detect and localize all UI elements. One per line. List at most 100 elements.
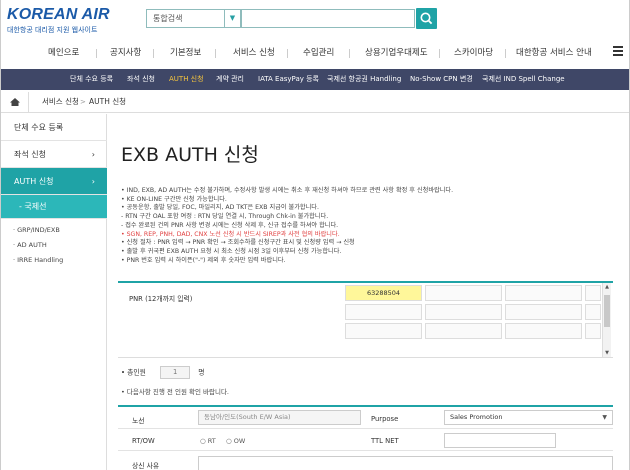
radio-ow[interactable]: ○ OW <box>226 437 245 445</box>
subnav-item[interactable]: 단체 수요 등록 <box>70 69 113 90</box>
reason-field[interactable] <box>198 456 613 470</box>
search-input[interactable] <box>241 9 415 28</box>
chevron-right-icon: › <box>91 150 95 159</box>
notice-line: • SGN, REP, PNH, DAD, CNX 노선 신청 시 반드시 SI… <box>121 230 340 238</box>
radio-rt[interactable]: ○ RT <box>200 437 216 445</box>
brand-name: KOREAN AIR <box>7 6 110 23</box>
scroll-up-icon[interactable]: ▲ <box>603 284 611 290</box>
pnr-input-cell[interactable] <box>585 323 601 339</box>
nav-divider <box>96 49 97 58</box>
subnav-item[interactable]: 계약 관리 <box>216 69 244 90</box>
main-nav-item[interactable]: 대한항공 서비스 안내 <box>516 42 592 64</box>
main-nav-item[interactable]: 수입관리 <box>303 42 334 64</box>
pnr-input-cell[interactable] <box>505 304 582 320</box>
form-row-reason: 상신 사유 <box>118 451 613 470</box>
reason-label: 상신 사유 <box>132 462 160 470</box>
total-passenger-field[interactable]: 1 <box>160 366 191 379</box>
search-icon <box>420 12 433 25</box>
main-nav-item[interactable]: 상용기업우대제도 <box>365 42 428 64</box>
sidebar-item-group-demand[interactable]: 단체 수요 등록 <box>1 114 107 141</box>
home-icon <box>10 98 20 106</box>
subnav-item[interactable]: 국제선 항공권 Handling <box>327 69 401 90</box>
breadcrumb-item[interactable]: 서비스 신청 <box>42 92 79 112</box>
pnr-input-cell[interactable] <box>505 285 582 301</box>
notice-line: - RTN 구간 OAL 포함 여정 : RTN 당일 연결 시, Throug… <box>121 213 329 221</box>
scroll-down-icon[interactable]: ▼ <box>603 350 611 356</box>
sidebar-subitem-label: - 국제선 <box>19 202 47 211</box>
notice-line: • PNR 번호 입력 시 하이픈("-") 제외 후 숫자만 입력 바랍니다. <box>121 256 286 264</box>
main-nav: 메인으로 공지사항 기본정보 서비스 신청 수입관리 상용기업우대제도 스카이마… <box>1 42 629 64</box>
breadcrumb-current: AUTH 신청 <box>89 97 127 106</box>
main-nav-item[interactable]: 기본정보 <box>170 42 201 64</box>
notice-line: • 공동운항, 출발 당일, FOC, 마일리지, AD TKT은 EXB 지급… <box>121 204 319 212</box>
pnr-input-cell[interactable] <box>345 304 422 320</box>
sidebar-link-ad-auth[interactable]: · AD AUTH <box>13 241 47 249</box>
subnav-item[interactable]: 좌석 신청 <box>127 69 155 90</box>
main-nav-item[interactable]: 서비스 신청 <box>233 42 275 64</box>
radio-rt-label: RT <box>207 437 216 445</box>
sidebar: 단체 수요 등록 좌석 신청 › AUTH 신청 › - 국제선 · GRP/I… <box>1 114 107 470</box>
chevron-down-icon: › <box>91 177 95 186</box>
auth-request-form: 노선 동남아/인도(South E/W Asia) Purpose Sales … <box>118 405 613 470</box>
sidebar-item-label: AUTH 신청 <box>14 177 54 186</box>
purpose-select[interactable]: Sales Promotion ▼ <box>444 410 613 425</box>
search-scope-select[interactable]: 통합검색 ▼ <box>146 9 241 28</box>
nav-divider <box>439 49 440 58</box>
pnr-input-cell[interactable] <box>345 323 422 339</box>
search-button[interactable] <box>416 8 437 29</box>
main-nav-item[interactable]: 공지사항 <box>110 42 141 64</box>
total-passenger-unit: 명 <box>198 368 205 377</box>
rtow-label: RT/OW <box>132 437 155 445</box>
notice-line: • 출발 후 귀국편 EXB AUTH 요청 시 최소 신청 시점 3일 이후부… <box>121 247 342 255</box>
pnr-scrollbar[interactable]: ▲ ▼ <box>602 283 611 357</box>
sidebar-item-label: 단체 수요 등록 <box>14 123 64 132</box>
subnav-item-active[interactable]: AUTH 신청 <box>169 69 204 90</box>
pnr-input-cell[interactable] <box>585 285 601 301</box>
route-label: 노선 <box>132 417 145 425</box>
notice-line: • IND, EXB, AD AUTH는 수정 불가하며, 수정사항 발생 시에… <box>121 187 454 194</box>
nav-divider <box>287 49 288 58</box>
sidebar-subitem-international[interactable]: - 국제선 <box>1 195 107 219</box>
pnr-label: PNR (12개까지 입력) <box>129 295 193 303</box>
pnr-input-cell[interactable] <box>425 285 502 301</box>
subnav-item[interactable]: 국제선 IND Spell Change <box>482 69 565 90</box>
sidebar-link-irre-handling[interactable]: · IRRE Handling <box>13 256 63 264</box>
notice-list: • IND, EXB, AD AUTH는 수정 불가하며, 수정사항 발생 시에… <box>121 187 621 265</box>
search-scope-value: 통합검색 <box>153 14 183 23</box>
sidebar-link-grp-ind-exb[interactable]: · GRP/IND/EXB <box>13 226 60 234</box>
page-title: EXB AUTH 신청 <box>121 144 259 166</box>
home-button[interactable] <box>1 92 29 112</box>
route-field[interactable]: 동남아/인도(South E/W Asia) <box>198 410 361 425</box>
scroll-thumb[interactable] <box>604 295 610 327</box>
ttl-net-field[interactable] <box>444 433 556 448</box>
subnav-item[interactable]: No-Show CPN 변경 <box>410 69 473 90</box>
page: KOREAN AIR 대한항공 대리점 지원 웹사이트 통합검색 ▼ 메인으로 … <box>0 0 630 470</box>
chevron-down-icon: ▼ <box>224 10 240 27</box>
passenger-note: • 다음사항 진행 전 인원 확인 바랍니다. <box>121 388 229 396</box>
pnr-input-cell[interactable]: 63288504 <box>345 285 422 301</box>
main-nav-item[interactable]: 메인으로 <box>48 42 79 64</box>
korean-air-logo[interactable]: KOREAN AIR 대한항공 대리점 지원 웹사이트 <box>7 6 110 35</box>
pnr-input-cell[interactable] <box>425 323 502 339</box>
brand-subtitle: 대한항공 대리점 지원 웹사이트 <box>7 26 98 34</box>
form-row-route: 노선 동남아/인도(South E/W Asia) Purpose Sales … <box>118 407 613 429</box>
subnav-item[interactable]: IATA EasyPay 등록 <box>258 69 319 90</box>
service-sub-nav: 단체 수요 등록 좌석 신청 AUTH 신청 계약 관리 IATA EasyPa… <box>1 69 629 90</box>
notice-line: • 신청 절차 : PNR 입력 → PNR 확인 → 조회수하를 신청구간 표… <box>121 239 355 247</box>
main-nav-item[interactable]: 스카이마당 <box>454 42 493 64</box>
chevron-down-icon: ▼ <box>602 414 607 421</box>
nav-divider <box>349 49 350 58</box>
sidebar-item-auth[interactable]: AUTH 신청 › <box>1 168 107 195</box>
hamburger-menu-icon[interactable] <box>613 46 623 56</box>
sidebar-item-seat[interactable]: 좌석 신청 › <box>1 141 107 168</box>
pnr-input-cell[interactable] <box>585 304 601 320</box>
pnr-input-cell[interactable] <box>505 323 582 339</box>
pnr-input-cell[interactable] <box>425 304 502 320</box>
purpose-label: Purpose <box>371 415 399 423</box>
top-header: KOREAN AIR 대한항공 대리점 지원 웹사이트 통합검색 ▼ <box>1 0 629 38</box>
notice-line: - 접수 완료된 건의 PNR 사항 변경 시에는 신청 삭제 후, 신규 접수… <box>121 221 339 229</box>
radio-ow-label: OW <box>233 437 246 445</box>
nav-divider <box>215 49 216 58</box>
ttl-net-label: TTL NET <box>371 437 399 445</box>
breadcrumb: 서비스 신청 > AUTH 신청 <box>1 92 629 113</box>
